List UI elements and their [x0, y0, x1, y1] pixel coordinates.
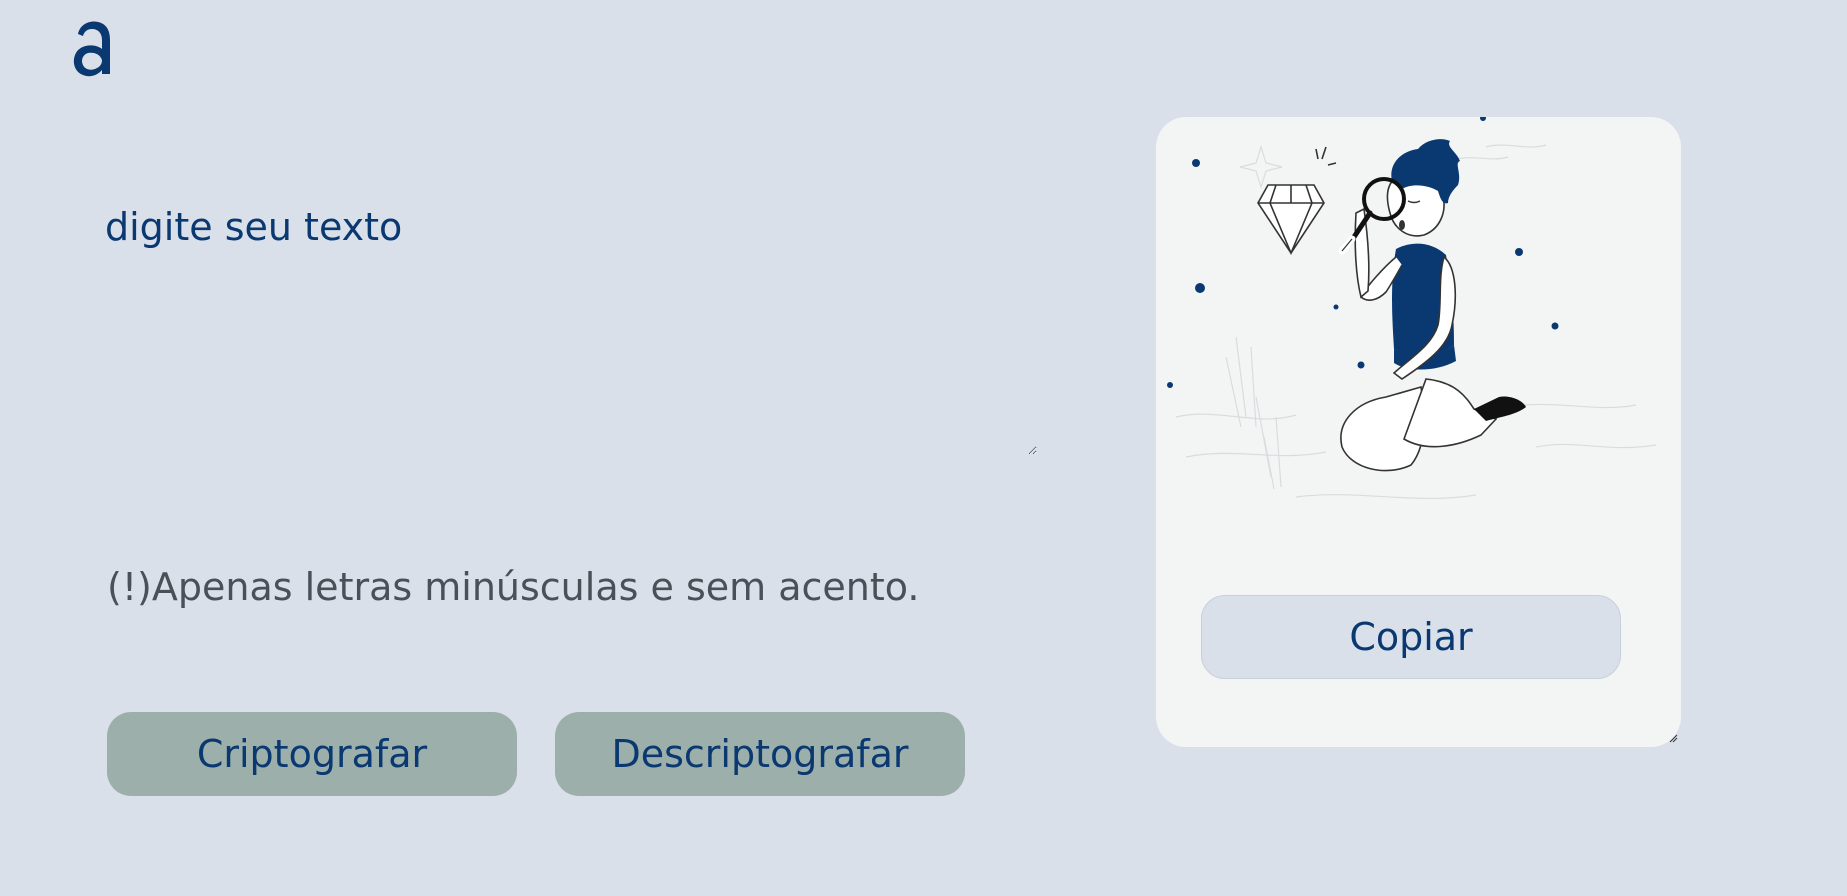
search-illustration [1167, 117, 1657, 499]
message-input[interactable] [105, 205, 1037, 455]
panel-resize-grip-icon[interactable] [1668, 733, 1678, 743]
output-panel: Copiar [1156, 117, 1681, 747]
input-hint: (!)Apenas letras minúsculas e sem acento… [107, 565, 920, 609]
copy-button[interactable]: Copiar [1201, 595, 1621, 679]
decrypt-button[interactable]: Descriptografar [555, 712, 965, 796]
encrypt-button[interactable]: Criptografar [107, 712, 517, 796]
alura-logo [73, 21, 110, 77]
